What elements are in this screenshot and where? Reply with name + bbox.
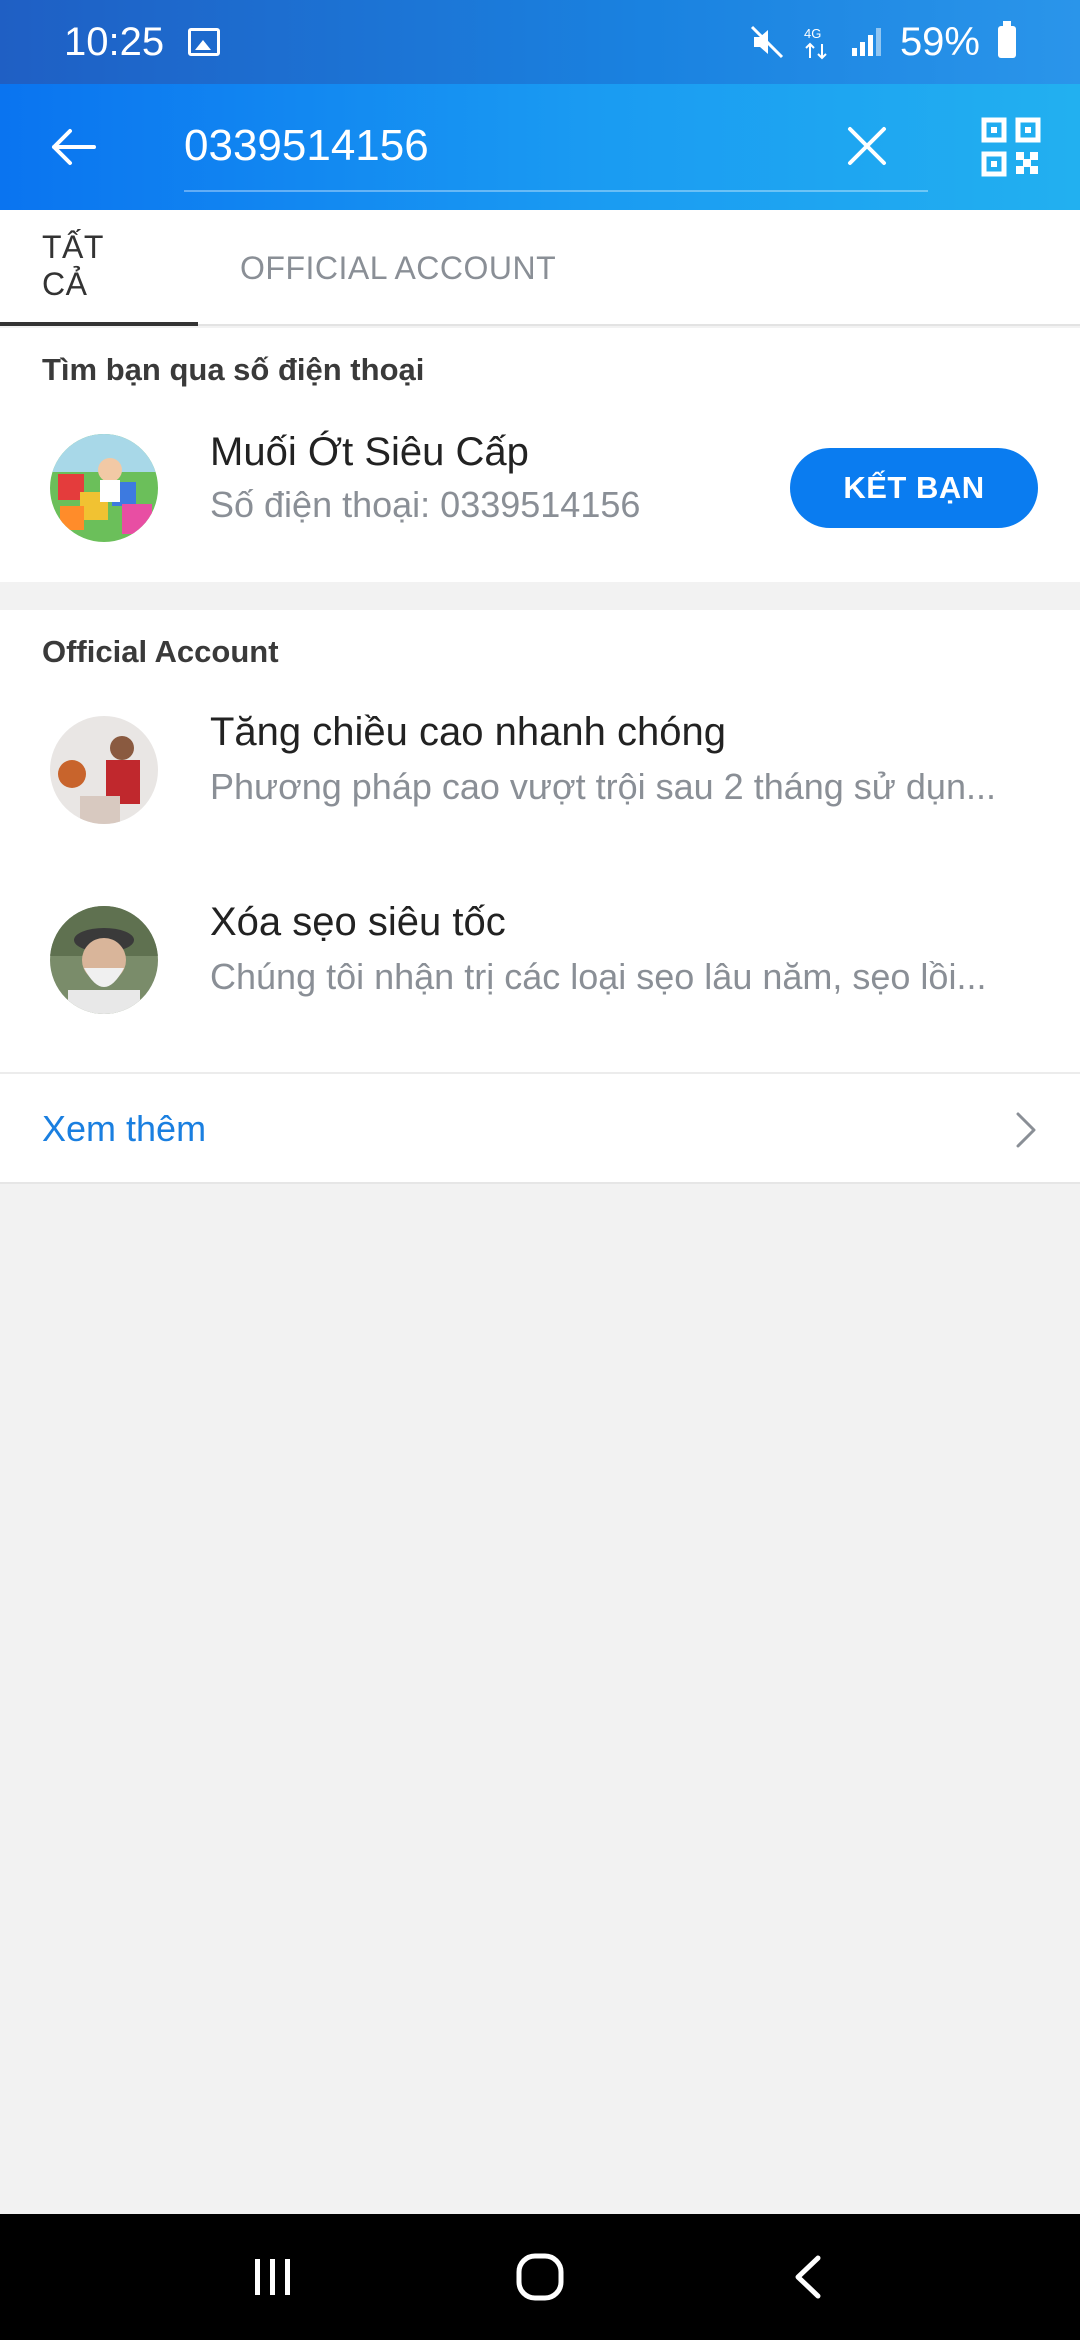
status-bar: 10:25 4G 59% bbox=[0, 0, 1080, 84]
friend-name: Muối Ớt Siêu Cấp bbox=[210, 430, 529, 474]
qr-code-icon bbox=[981, 117, 1041, 177]
system-back-button[interactable] bbox=[762, 2232, 852, 2322]
chevron-right-icon bbox=[1016, 1112, 1036, 1148]
arrow-left-icon bbox=[52, 129, 96, 165]
svg-text:4G: 4G bbox=[804, 26, 821, 41]
back-button[interactable] bbox=[0, 84, 146, 210]
qr-scan-button[interactable] bbox=[976, 112, 1046, 182]
mute-icon bbox=[750, 25, 783, 59]
back-chevron-icon bbox=[795, 2255, 821, 2299]
see-more-row[interactable]: Xem thêm bbox=[0, 1072, 1080, 1182]
avatar[interactable] bbox=[50, 434, 158, 542]
clear-search-button[interactable] bbox=[832, 111, 902, 181]
oa-name: Xóa sẹo siêu tốc bbox=[210, 900, 506, 944]
home-button[interactable] bbox=[495, 2232, 585, 2322]
search-input[interactable] bbox=[184, 111, 832, 181]
search-field bbox=[184, 102, 928, 192]
phone-search-section: Tìm bạn qua số điện thoại Muối Ớt Siêu C… bbox=[0, 328, 1080, 582]
divider bbox=[0, 1182, 1080, 1184]
avatar-image bbox=[50, 434, 158, 542]
oa-description: Chúng tôi nhận trị các loại sẹo lâu năm,… bbox=[210, 956, 987, 997]
result-tabs: TẤT CẢ OFFICIAL ACCOUNT bbox=[0, 210, 1080, 326]
avatar-image bbox=[50, 906, 158, 1014]
network-4g-icon: 4G bbox=[804, 26, 827, 60]
section-title: Tìm bạn qua số điện thoại bbox=[42, 352, 425, 387]
avatar-image bbox=[50, 716, 158, 824]
status-time: 10:25 bbox=[64, 19, 165, 64]
home-icon bbox=[516, 2253, 564, 2301]
tab-all[interactable]: TẤT CẢ bbox=[0, 210, 198, 326]
tab-official-account[interactable]: OFFICIAL ACCOUNT bbox=[240, 210, 556, 326]
avatar bbox=[50, 906, 158, 1014]
oa-list-item[interactable]: Xóa sẹo siêu tốc Chúng tôi nhận trị các … bbox=[0, 888, 1080, 1028]
close-icon bbox=[848, 127, 886, 165]
oa-description: Phương pháp cao vượt trội sau 2 tháng sử… bbox=[210, 766, 996, 807]
search-header bbox=[0, 84, 1080, 210]
signal-icon bbox=[851, 28, 881, 56]
gallery-notification-icon bbox=[188, 28, 221, 56]
section-title: Official Account bbox=[42, 634, 279, 669]
avatar bbox=[50, 716, 158, 824]
recent-apps-icon bbox=[255, 2259, 291, 2295]
recent-apps-button[interactable] bbox=[228, 2232, 318, 2322]
system-nav-bar bbox=[0, 2214, 1080, 2340]
see-more-link[interactable]: Xem thêm bbox=[42, 1108, 206, 1150]
friend-phone: Số điện thoại: 0339514156 bbox=[210, 484, 641, 525]
battery-icon bbox=[998, 21, 1016, 58]
battery-percent: 59% bbox=[899, 19, 980, 64]
add-friend-button[interactable]: KẾT BẠN bbox=[790, 448, 1038, 528]
oa-list-item[interactable]: Tăng chiều cao nhanh chóng Phương pháp c… bbox=[0, 698, 1080, 838]
oa-name: Tăng chiều cao nhanh chóng bbox=[210, 710, 726, 754]
